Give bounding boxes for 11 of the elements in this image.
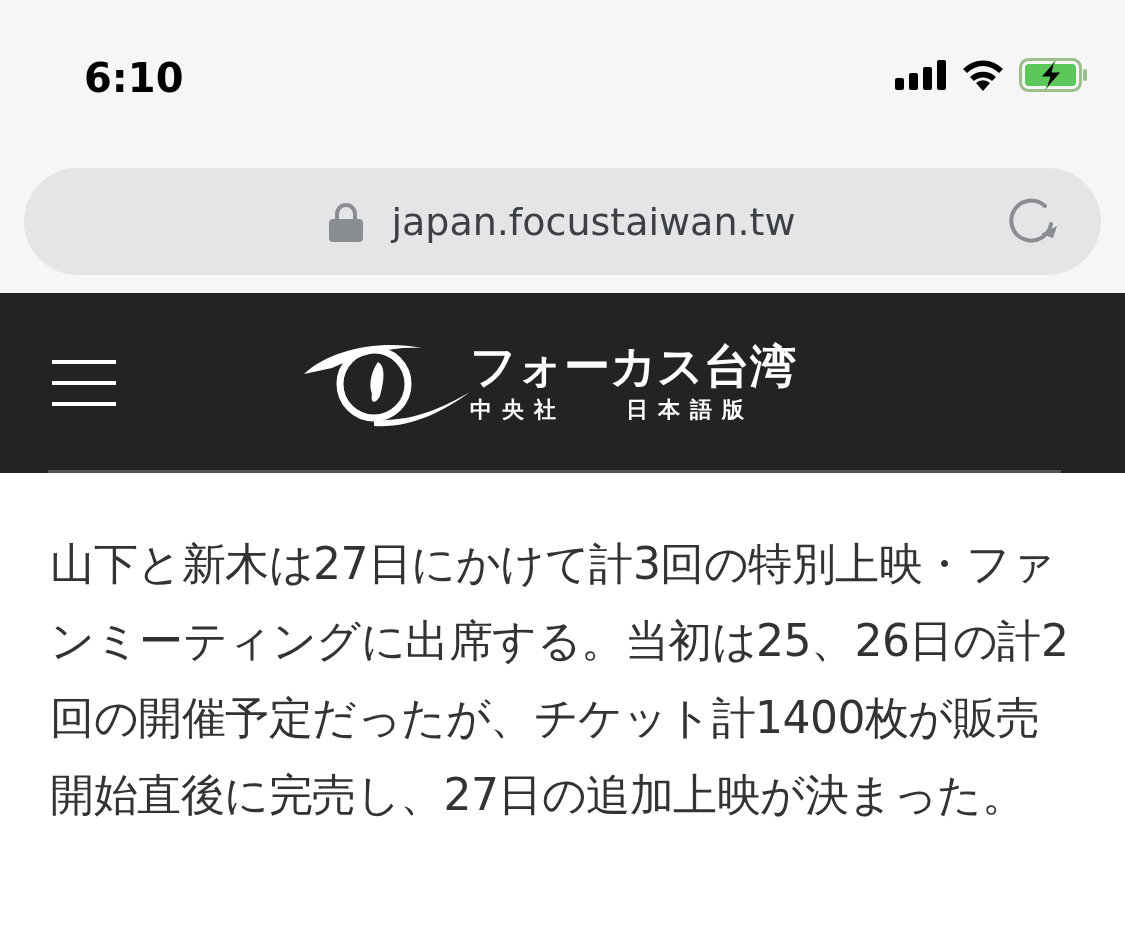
lock-icon xyxy=(329,201,364,242)
url-text: japan.focustaiwan.tw xyxy=(391,199,796,244)
logo-subtitle: 日本語版 xyxy=(626,396,754,425)
wifi-icon xyxy=(961,59,1005,91)
signal-icon xyxy=(895,60,947,90)
status-time: 6:10 xyxy=(84,58,184,98)
logo-subtitle: 中央社 xyxy=(470,396,566,425)
logo-title: フォーカス台湾 xyxy=(470,340,796,392)
menu-icon[interactable] xyxy=(52,360,116,406)
article-paragraph: 山下と新木は27日にかけて計3回の特別上映・ファンミーティングに出席する。当初は25、26日の計2回の開催予定だったが、チケット計1400枚が販売開始直後に完売し、27日の追加上映が決まった。 xyxy=(49,537,1070,822)
address-bar[interactable]: japan.focustaiwan.tw xyxy=(24,168,1101,275)
